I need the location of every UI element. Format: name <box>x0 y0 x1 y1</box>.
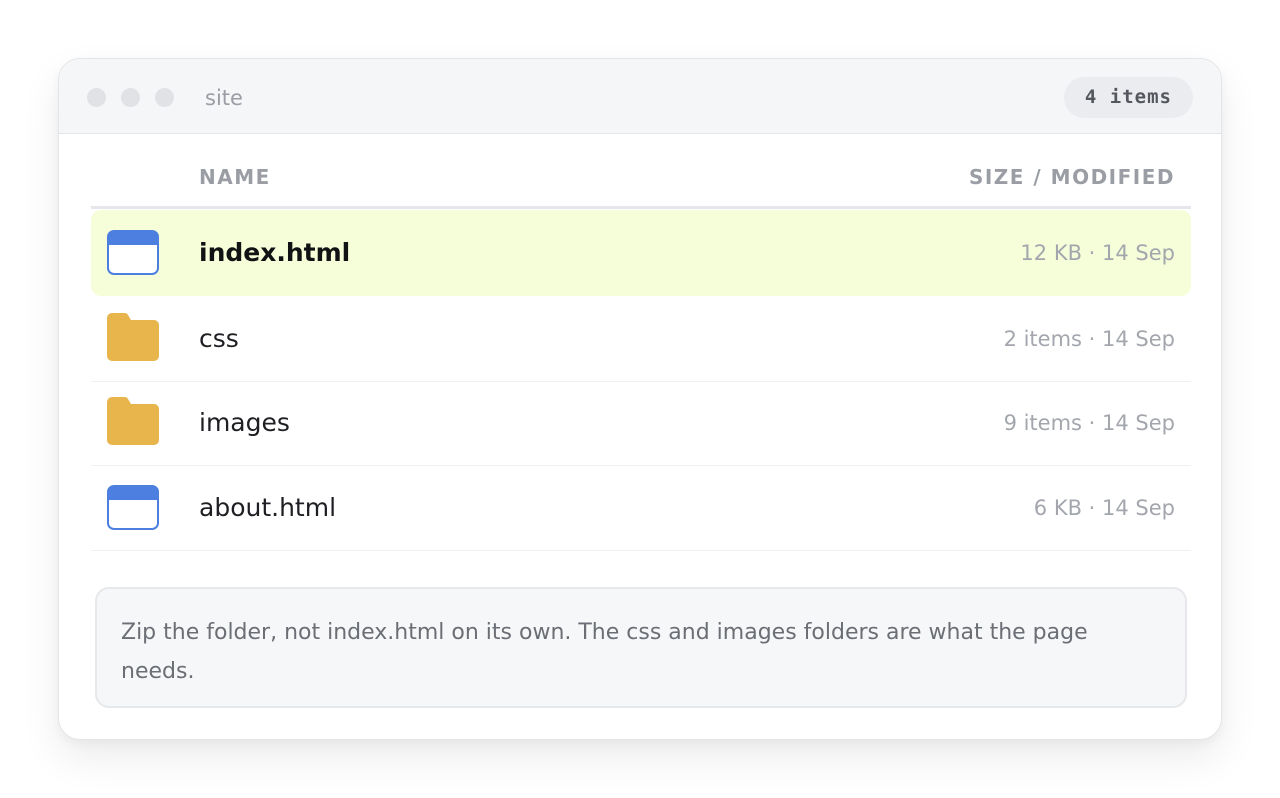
minimize-window-button[interactable] <box>121 88 140 107</box>
file-meta: 2 items · 14 Sep <box>1003 327 1175 351</box>
folder-icon <box>107 312 159 361</box>
file-browser-window: site 4 items NAME SIZE / MODIFIED index.… <box>58 58 1222 740</box>
folder-icon <box>107 396 159 445</box>
file-row-css[interactable]: css 2 items · 14 Sep <box>91 296 1191 382</box>
file-row-images[interactable]: images 9 items · 14 Sep <box>91 380 1191 466</box>
file-name: about.html <box>199 493 337 522</box>
item-count-badge: 4 items <box>1063 77 1193 118</box>
file-row-index-html[interactable]: index.html 12 KB · 14 Sep <box>91 210 1191 296</box>
file-name: css <box>199 324 239 353</box>
column-header: NAME SIZE / MODIFIED <box>91 155 1191 209</box>
file-name: index.html <box>199 238 351 267</box>
close-window-button[interactable] <box>87 88 106 107</box>
file-name: images <box>199 408 290 437</box>
file-meta: 12 KB · 14 Sep <box>1020 241 1175 265</box>
title-bar: site 4 items <box>59 59 1221 134</box>
name-column-header[interactable]: NAME <box>199 165 271 189</box>
size-modified-column-header[interactable]: SIZE / MODIFIED <box>969 165 1175 189</box>
html-file-icon <box>107 230 159 275</box>
tip-note: Zip the folder, not index.html on its ow… <box>95 587 1187 708</box>
html-file-icon <box>107 485 159 530</box>
window-title: site <box>205 86 243 110</box>
file-meta: 9 items · 14 Sep <box>1003 411 1175 435</box>
maximize-window-button[interactable] <box>155 88 174 107</box>
file-row-about-html[interactable]: about.html 6 KB · 14 Sep <box>91 465 1191 551</box>
file-meta: 6 KB · 14 Sep <box>1033 496 1175 520</box>
